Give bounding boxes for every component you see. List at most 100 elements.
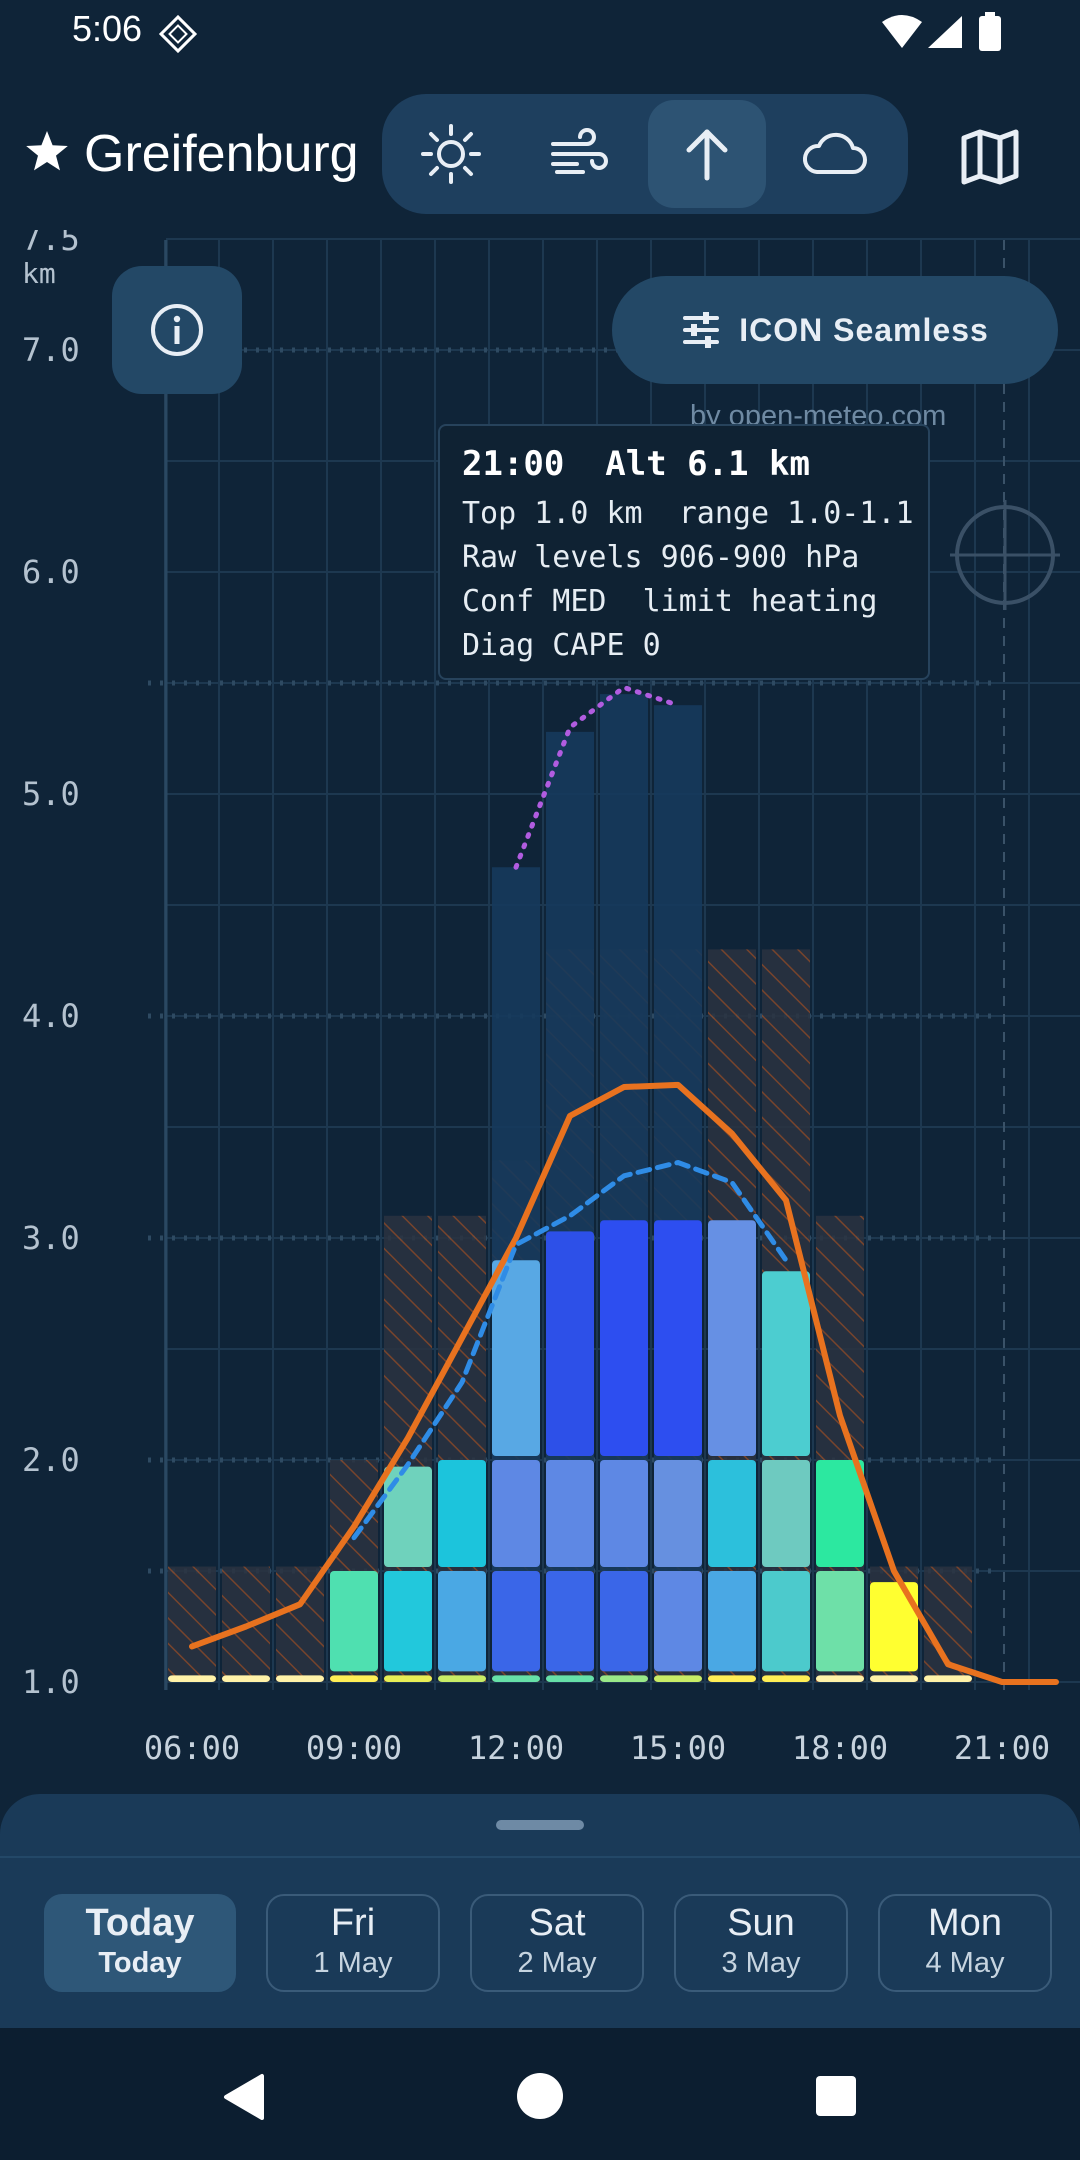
status-bar: 5:06 bbox=[0, 0, 1080, 64]
tooltip-line: Top 1.0 km range 1.0-1.1 bbox=[462, 496, 914, 531]
thermal-bar-segment bbox=[816, 1571, 864, 1672]
arrow-up-icon bbox=[686, 129, 728, 181]
thermal-bar-segment bbox=[492, 1460, 540, 1567]
thermal-bar-segment bbox=[762, 1675, 810, 1682]
diamond-notification-icon bbox=[158, 14, 198, 54]
thermal-bar-segment bbox=[384, 1675, 432, 1682]
battery-icon bbox=[979, 12, 1001, 51]
thermal-bar-segment bbox=[546, 1571, 594, 1672]
status-time: 5:06 bbox=[72, 8, 143, 49]
x-tick-label: 06:00 bbox=[144, 1729, 240, 1767]
thermal-bar-segment bbox=[708, 1571, 756, 1672]
day-date: Today bbox=[98, 1947, 182, 1979]
sheet-drag-handle[interactable] bbox=[496, 1820, 584, 1830]
thermal-bar-segment bbox=[654, 1571, 702, 1672]
thermal-bar-segment bbox=[600, 1571, 648, 1672]
system-nav-bar bbox=[0, 2028, 1080, 2160]
day-today[interactable]: Today Today bbox=[44, 1894, 236, 1992]
signal-icon bbox=[928, 16, 962, 48]
hatch-area bbox=[168, 1566, 216, 1682]
thermal-bar-segment bbox=[384, 1466, 432, 1567]
nav-home-icon[interactable] bbox=[516, 2072, 564, 2120]
thermal-bar-segment bbox=[762, 1571, 810, 1672]
sheet-divider bbox=[0, 1856, 1080, 1858]
thermal-bar-segment bbox=[546, 1675, 594, 1682]
day-label: Sat bbox=[528, 1902, 586, 1944]
thermal-mode-button[interactable] bbox=[648, 100, 766, 208]
model-selector-button[interactable]: ICON Seamless bbox=[612, 276, 1058, 384]
thermal-bar-segment bbox=[816, 1460, 864, 1567]
sun-mode-button[interactable] bbox=[392, 100, 510, 208]
wind-mode-button[interactable] bbox=[520, 100, 638, 208]
day-label: Sun bbox=[727, 1902, 795, 1944]
cloud-icon bbox=[803, 132, 867, 174]
x-tick-label: 21:00 bbox=[954, 1729, 1050, 1767]
favorite-star-icon[interactable] bbox=[24, 128, 70, 174]
day-sun[interactable]: Sun 3 May bbox=[674, 1894, 848, 1992]
thermal-bar-segment bbox=[384, 1571, 432, 1672]
thermal-bar-segment bbox=[438, 1571, 486, 1672]
y-tick-label: 3.0 bbox=[22, 1219, 80, 1257]
thermal-bar-segment bbox=[708, 1460, 756, 1567]
wifi-icon bbox=[882, 15, 922, 48]
thermal-bar-segment bbox=[924, 1675, 972, 1682]
info-button[interactable] bbox=[112, 266, 242, 394]
map-button[interactable] bbox=[952, 118, 1028, 194]
day-sat[interactable]: Sat 2 May bbox=[470, 1894, 644, 1992]
day-date: 4 May bbox=[925, 1947, 1005, 1979]
thermal-bar-segment bbox=[708, 1675, 756, 1682]
chart-tooltip: 21:00 Alt 6.1 km Top 1.0 km range 1.0-1.… bbox=[438, 424, 930, 680]
day-date: 2 May bbox=[517, 1947, 597, 1979]
cloud-mode-button[interactable] bbox=[776, 100, 894, 208]
y-tick-label: 7.0 bbox=[22, 331, 80, 369]
day-picker-sheet: Today Today Fri 1 May Sat 2 May Sun 3 Ma… bbox=[0, 1794, 1080, 2028]
wind-icon bbox=[551, 128, 608, 174]
nav-back-icon[interactable] bbox=[222, 2072, 266, 2122]
y-tick-label: 1.0 bbox=[22, 1663, 80, 1701]
thermal-bar-segment bbox=[330, 1571, 378, 1672]
tooltip-title: 21:00 Alt 6.1 km bbox=[462, 444, 810, 484]
tooltip-line: Diag CAPE 0 bbox=[462, 628, 661, 663]
thermal-bar-segment bbox=[276, 1675, 324, 1682]
thermal-bar-segment bbox=[600, 1460, 648, 1567]
mode-selector bbox=[382, 94, 908, 214]
tooltip-line: Raw levels 906-900 hPa bbox=[462, 540, 860, 575]
thermal-bar-segment bbox=[438, 1460, 486, 1567]
x-tick-label: 09:00 bbox=[306, 1729, 402, 1767]
x-tick-label: 15:00 bbox=[630, 1729, 726, 1767]
thermal-bar-segment bbox=[222, 1675, 270, 1682]
thermal-bar-segment bbox=[600, 1675, 648, 1682]
x-tick-label: 18:00 bbox=[792, 1729, 888, 1767]
x-tick-label: 12:00 bbox=[468, 1729, 564, 1767]
day-fri[interactable]: Fri 1 May bbox=[266, 1894, 440, 1992]
thermal-bar-segment bbox=[168, 1675, 216, 1682]
y-tick-label: 7.5 bbox=[22, 230, 80, 258]
model-label: ICON Seamless bbox=[739, 311, 989, 348]
day-date: 1 May bbox=[313, 1947, 393, 1979]
thermal-bar-segment bbox=[654, 1675, 702, 1682]
day-date: 3 May bbox=[721, 1947, 801, 1979]
tooltip-line: Conf MED limit heating bbox=[462, 584, 878, 619]
map-icon bbox=[961, 129, 1019, 185]
thermal-bar-segment bbox=[816, 1675, 864, 1682]
thermal-bar-segment bbox=[654, 1460, 702, 1567]
day-label: Fri bbox=[330, 1902, 376, 1944]
tune-sliders-icon bbox=[683, 312, 720, 348]
y-unit-label: km bbox=[22, 257, 56, 290]
day-mon[interactable]: Mon 4 May bbox=[878, 1894, 1052, 1992]
y-tick-label: 2.0 bbox=[22, 1441, 80, 1479]
thermal-bar-segment bbox=[654, 1220, 702, 1456]
y-tick-label: 5.0 bbox=[22, 775, 80, 813]
thermal-bar-segment bbox=[600, 1220, 648, 1456]
location-title[interactable]: Greifenburg bbox=[84, 124, 359, 184]
thermal-bar-segment bbox=[330, 1675, 378, 1682]
crosshair-icon bbox=[950, 500, 1060, 610]
nav-recents-icon[interactable] bbox=[814, 2074, 858, 2118]
thermal-bar-segment bbox=[546, 1460, 594, 1567]
thermal-bar-segment bbox=[870, 1675, 918, 1682]
day-label: Today bbox=[85, 1902, 195, 1944]
thermal-bar-segment bbox=[708, 1220, 756, 1456]
y-tick-label: 6.0 bbox=[22, 553, 80, 591]
thermal-bar-segment bbox=[762, 1460, 810, 1567]
thermal-bar-segment bbox=[546, 1231, 594, 1456]
